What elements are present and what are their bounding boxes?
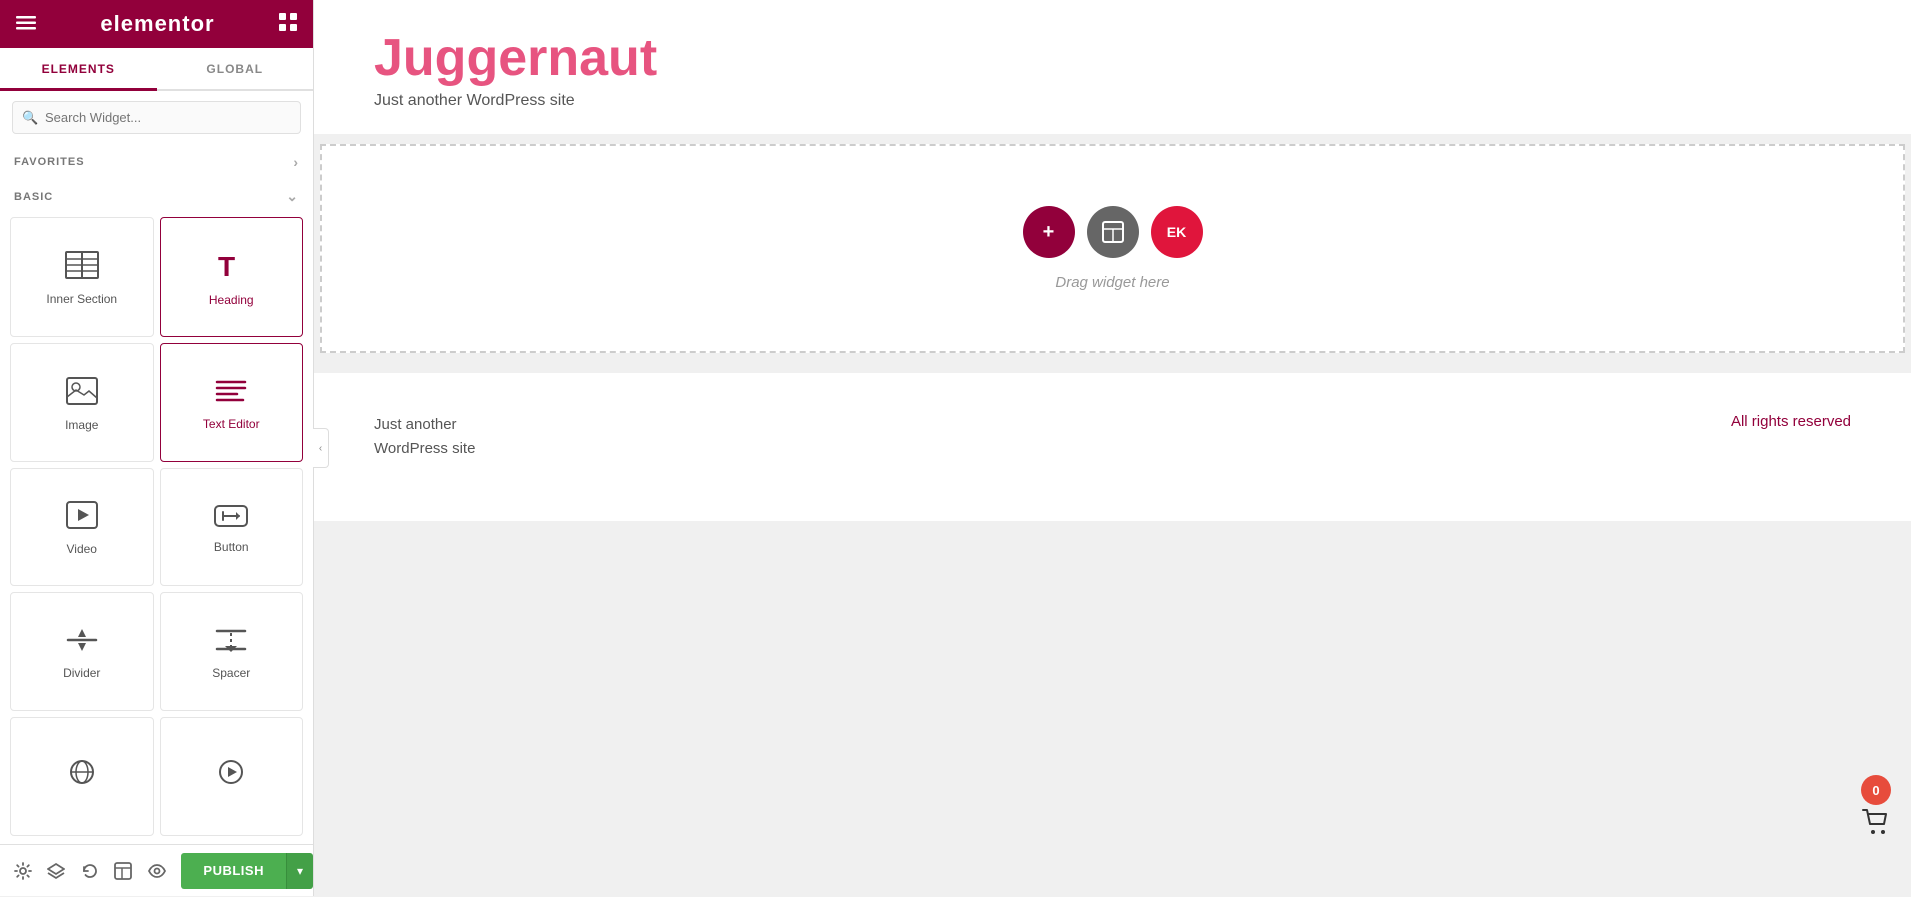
footer-left-text: Just another WordPress site bbox=[374, 413, 475, 461]
widget-heading-label: Heading bbox=[209, 293, 254, 307]
widget-video-label: Video bbox=[67, 542, 97, 556]
add-template-button[interactable] bbox=[1087, 206, 1139, 258]
text-editor-icon bbox=[215, 378, 247, 409]
sidebar-tabs: ELEMENTS GLOBAL bbox=[0, 48, 313, 91]
divider-icon bbox=[66, 627, 98, 658]
widget-image[interactable]: Image bbox=[10, 343, 154, 462]
site-tagline: Just another WordPress site bbox=[374, 92, 1851, 110]
footer-line2: WordPress site bbox=[374, 437, 475, 461]
publish-button[interactable]: PUBLISH bbox=[181, 853, 286, 889]
layers-icon-btn[interactable] bbox=[39, 845, 72, 897]
widget-text-editor-label: Text Editor bbox=[203, 417, 260, 431]
widget-inner-section-label: Inner Section bbox=[46, 292, 117, 306]
history-icon-btn[interactable] bbox=[73, 845, 106, 897]
settings-icon-btn[interactable] bbox=[6, 845, 39, 897]
drop-zone-buttons: + EK bbox=[1023, 206, 1203, 258]
cart-badge: 0 bbox=[1861, 775, 1891, 805]
elementor-logo: elementor bbox=[100, 11, 214, 37]
sidebar-collapse-handle[interactable]: ‹ bbox=[313, 428, 329, 468]
footer-right-text: All rights reserved bbox=[1731, 413, 1851, 430]
widget-spacer[interactable]: Spacer bbox=[160, 592, 304, 711]
widget-button[interactable]: Button bbox=[160, 468, 304, 587]
tab-global[interactable]: GLOBAL bbox=[157, 48, 314, 91]
site-footer: Just another WordPress site All rights r… bbox=[314, 373, 1911, 521]
site-header: Juggernaut Just another WordPress site bbox=[314, 0, 1911, 134]
widget-video[interactable]: Video bbox=[10, 468, 154, 587]
eye-icon-btn[interactable] bbox=[140, 845, 173, 897]
button-icon bbox=[214, 504, 248, 532]
basic-label: BASIC bbox=[14, 191, 53, 203]
widget-image-label: Image bbox=[65, 418, 98, 432]
spacer-icon bbox=[215, 627, 247, 658]
drop-zone: + EK Drag widget here bbox=[320, 144, 1905, 353]
basic-section-header[interactable]: BASIC ⌄ bbox=[0, 178, 313, 213]
basic-chevron-icon: ⌄ bbox=[286, 188, 299, 205]
sidebar: elementor ELEMENTS GLOBAL 🔍 FAVORITES › … bbox=[0, 0, 314, 896]
widget-inner-section[interactable]: Inner Section bbox=[10, 217, 154, 337]
ek-button[interactable]: EK bbox=[1151, 206, 1203, 258]
image-icon bbox=[66, 377, 98, 410]
search-section: 🔍 bbox=[0, 91, 313, 144]
search-icon: 🔍 bbox=[22, 110, 38, 126]
menu-icon[interactable] bbox=[16, 14, 36, 35]
drop-zone-text: Drag widget here bbox=[1055, 274, 1169, 291]
svg-text:T: T bbox=[218, 251, 235, 280]
widget-spacer-label: Spacer bbox=[212, 666, 250, 680]
grid-icon[interactable] bbox=[279, 13, 297, 36]
main-canvas: Juggernaut Just another WordPress site +… bbox=[314, 0, 1911, 896]
widget-divider-label: Divider bbox=[63, 666, 100, 680]
video-icon bbox=[66, 501, 98, 534]
favorites-chevron-icon: › bbox=[293, 154, 299, 170]
widget-heading[interactable]: T Heading bbox=[160, 217, 304, 337]
site-title: Juggernaut bbox=[374, 28, 1851, 88]
widget-button-label: Button bbox=[214, 540, 249, 554]
inner-section-icon bbox=[65, 251, 99, 284]
widget9-icon bbox=[66, 758, 98, 791]
widget-9[interactable] bbox=[10, 717, 154, 836]
add-section-button[interactable]: + bbox=[1023, 206, 1075, 258]
favorites-label: FAVORITES bbox=[14, 156, 85, 168]
template-icon-btn[interactable] bbox=[106, 845, 139, 897]
search-input[interactable] bbox=[12, 101, 301, 134]
favorites-section-header[interactable]: FAVORITES › bbox=[0, 144, 313, 178]
sidebar-header: elementor bbox=[0, 0, 313, 48]
widget-grid: Inner Section T Heading Image bbox=[0, 213, 313, 844]
publish-dropdown-button[interactable]: ▾ bbox=[286, 853, 313, 889]
footer-line1: Just another bbox=[374, 413, 475, 437]
widget-divider[interactable]: Divider bbox=[10, 592, 154, 711]
widget-10[interactable] bbox=[160, 717, 304, 836]
widget10-icon bbox=[215, 758, 247, 791]
cart-icon bbox=[1862, 809, 1890, 842]
cart-widget[interactable]: 0 bbox=[1861, 775, 1891, 842]
sidebar-footer: PUBLISH ▾ bbox=[0, 844, 313, 896]
widget-text-editor[interactable]: Text Editor bbox=[160, 343, 304, 462]
heading-icon: T bbox=[216, 250, 246, 285]
tab-elements[interactable]: ELEMENTS bbox=[0, 48, 157, 91]
